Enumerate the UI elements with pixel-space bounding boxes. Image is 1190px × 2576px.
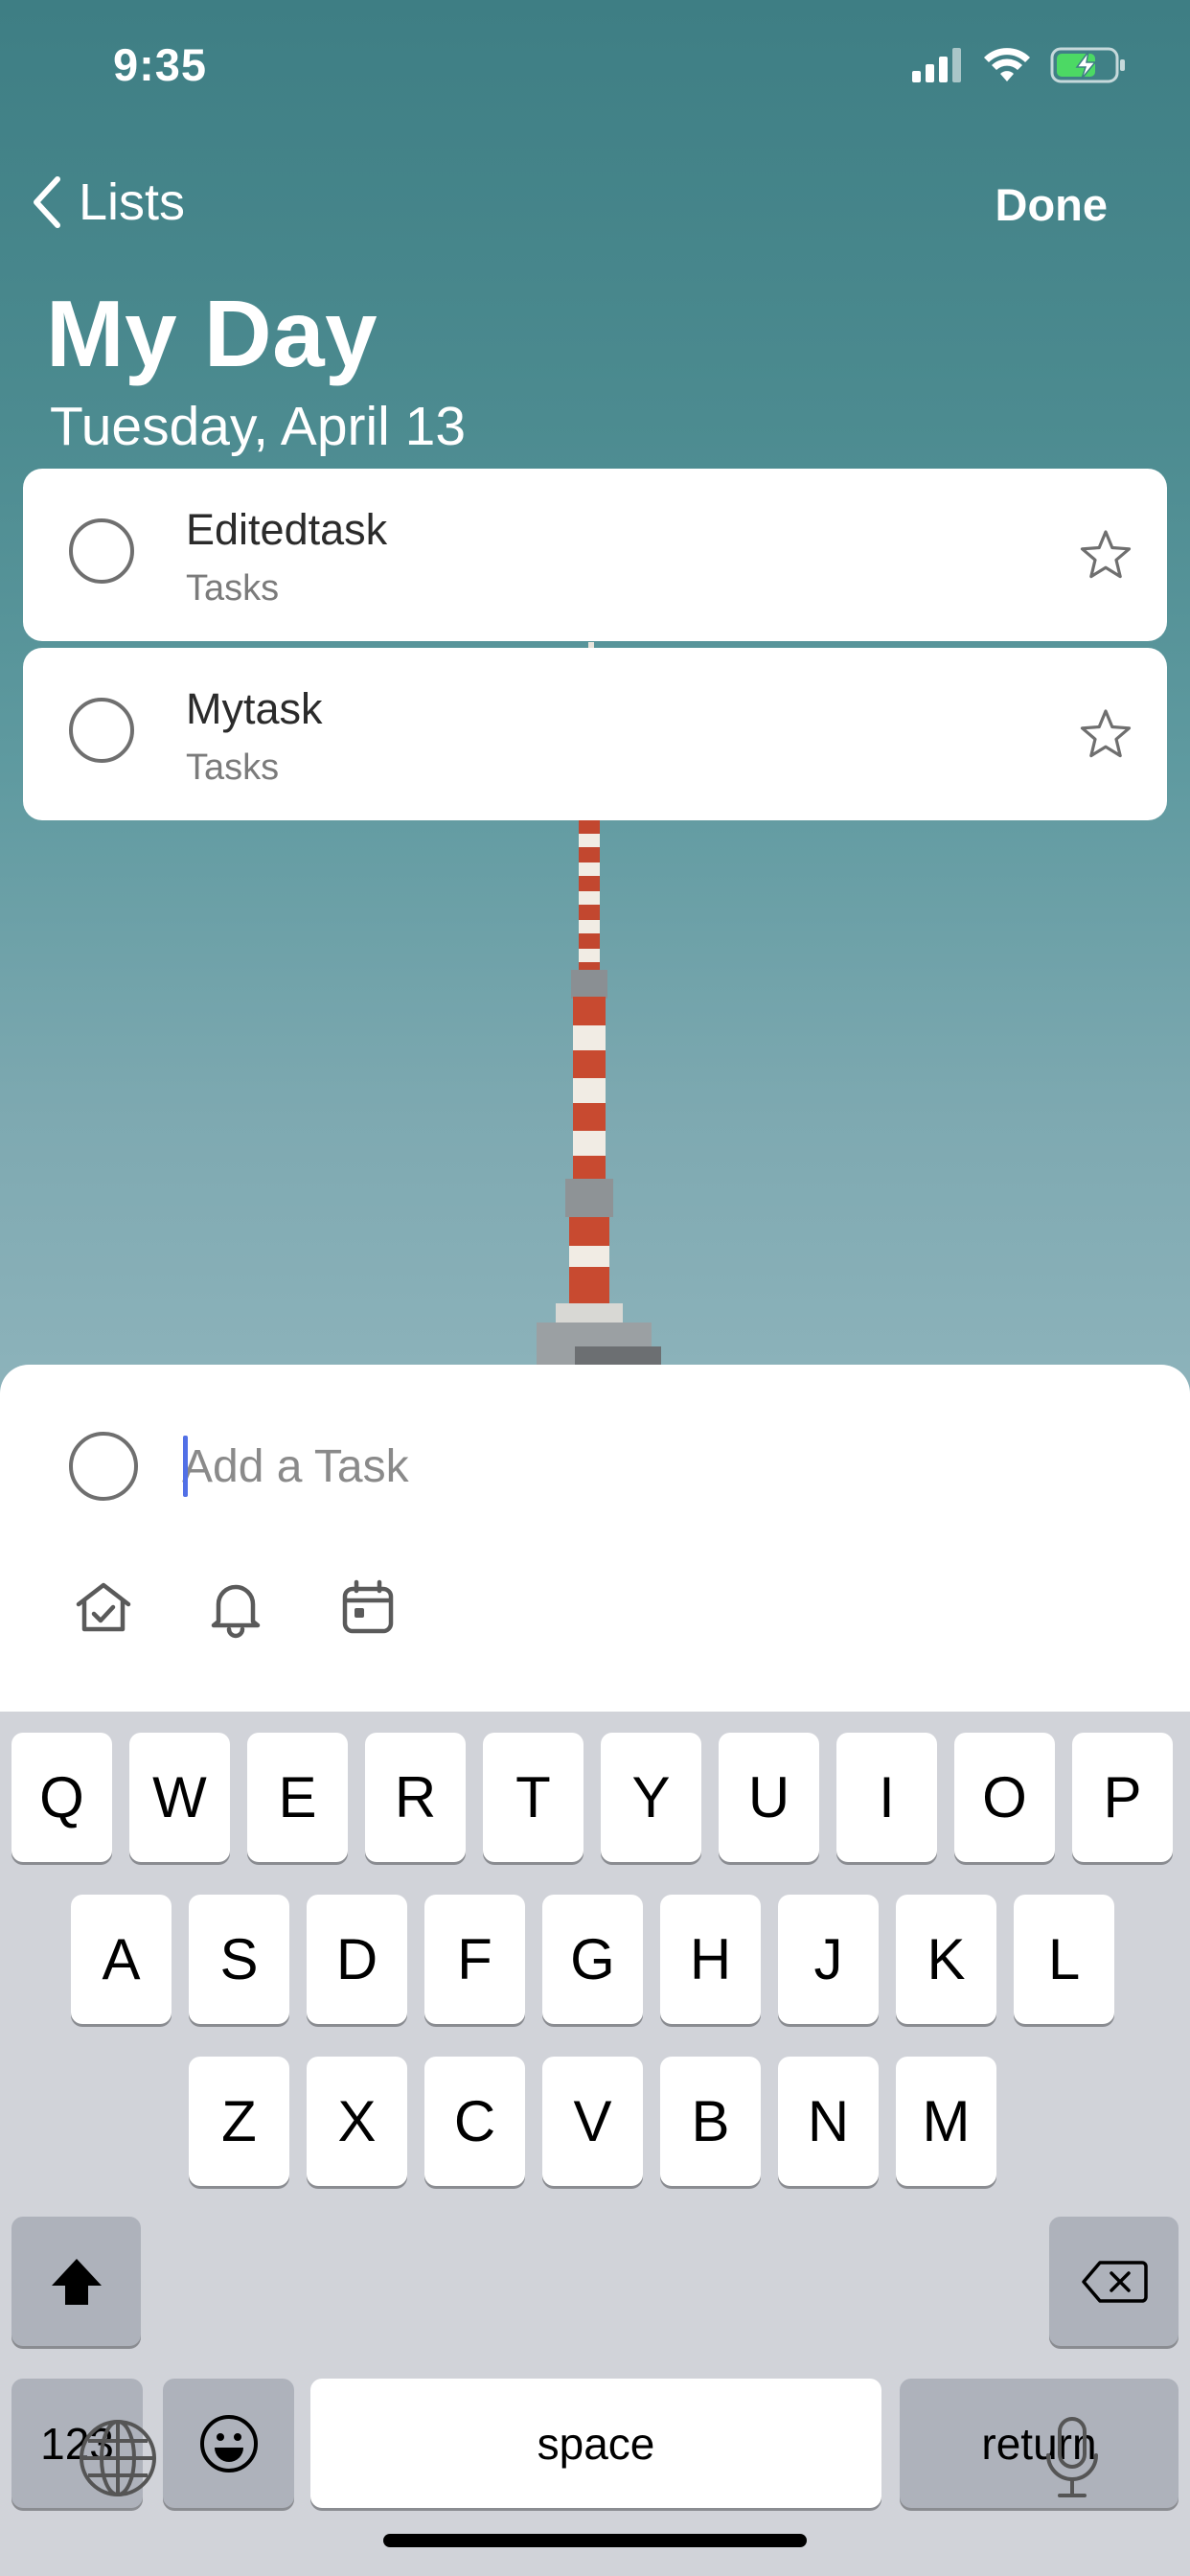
page-date: Tuesday, April 13 bbox=[50, 396, 467, 457]
back-label: Lists bbox=[79, 173, 186, 231]
complete-task-checkbox[interactable] bbox=[69, 518, 134, 584]
key-n[interactable]: N bbox=[778, 2057, 879, 2186]
battery-charging-icon bbox=[1050, 47, 1125, 83]
task-list-name: Tasks bbox=[186, 568, 280, 609]
key-v[interactable]: V bbox=[542, 2057, 643, 2186]
text-cursor bbox=[183, 1436, 188, 1497]
space-key[interactable]: space bbox=[310, 2379, 881, 2508]
task-title: Editedtask bbox=[186, 505, 388, 554]
key-r[interactable]: R bbox=[365, 1733, 466, 1862]
star-icon[interactable] bbox=[1079, 528, 1133, 582]
due-date-calendar-icon[interactable] bbox=[337, 1577, 399, 1639]
delete-key[interactable] bbox=[1049, 2217, 1179, 2346]
key-o[interactable]: O bbox=[954, 1733, 1055, 1862]
key-h[interactable]: H bbox=[660, 1895, 761, 2024]
key-p[interactable]: P bbox=[1072, 1733, 1173, 1862]
backspace-icon bbox=[1081, 2260, 1148, 2303]
wifi-icon bbox=[984, 48, 1030, 81]
key-x[interactable]: X bbox=[307, 2057, 407, 2186]
key-t[interactable]: T bbox=[483, 1733, 584, 1862]
key-w[interactable]: W bbox=[129, 1733, 230, 1862]
key-s[interactable]: S bbox=[189, 1895, 289, 2024]
key-b[interactable]: B bbox=[660, 2057, 761, 2186]
keyboard: QWERTYUIOP ASDFGHJKL ZXCVBNM 123 space r… bbox=[0, 1712, 1190, 2576]
key-c[interactable]: C bbox=[424, 2057, 525, 2186]
task-item[interactable]: Mytask Tasks bbox=[23, 648, 1167, 820]
task-list-name: Tasks bbox=[186, 748, 280, 788]
key-e[interactable]: E bbox=[247, 1733, 348, 1862]
task-item[interactable]: Editedtask Tasks bbox=[23, 469, 1167, 641]
add-task-input[interactable] bbox=[182, 1426, 1121, 1506]
globe-icon[interactable] bbox=[75, 2415, 161, 2501]
reminder-bell-icon[interactable] bbox=[205, 1577, 266, 1639]
emoji-key[interactable] bbox=[163, 2379, 294, 2508]
done-button[interactable]: Done bbox=[995, 178, 1109, 231]
key-m[interactable]: M bbox=[896, 2057, 996, 2186]
key-l[interactable]: L bbox=[1014, 1895, 1114, 2024]
key-k[interactable]: K bbox=[896, 1895, 996, 2024]
cellular-signal-icon bbox=[912, 48, 961, 82]
key-i[interactable]: I bbox=[836, 1733, 937, 1862]
shift-arrow-icon bbox=[51, 2258, 102, 2305]
page-title: My Day bbox=[46, 281, 378, 386]
emoji-icon bbox=[199, 2414, 258, 2472]
home-indicator bbox=[383, 2534, 807, 2547]
add-to-my-day-icon[interactable] bbox=[73, 1577, 134, 1639]
key-d[interactable]: D bbox=[307, 1895, 407, 2024]
add-task-circle bbox=[69, 1432, 138, 1501]
key-u[interactable]: U bbox=[719, 1733, 819, 1862]
microphone-icon[interactable] bbox=[1029, 2415, 1115, 2501]
shift-key[interactable] bbox=[11, 2217, 141, 2346]
key-q[interactable]: Q bbox=[11, 1733, 112, 1862]
key-g[interactable]: G bbox=[542, 1895, 643, 2024]
status-time: 9:35 bbox=[113, 39, 208, 90]
key-y[interactable]: Y bbox=[601, 1733, 701, 1862]
complete-task-checkbox[interactable] bbox=[69, 698, 134, 763]
add-task-sheet bbox=[0, 1365, 1190, 1712]
chevron-left-icon bbox=[34, 176, 60, 228]
key-j[interactable]: J bbox=[778, 1895, 879, 2024]
star-icon[interactable] bbox=[1079, 707, 1133, 761]
key-f[interactable]: F bbox=[424, 1895, 525, 2024]
task-title: Mytask bbox=[186, 684, 323, 733]
key-z[interactable]: Z bbox=[189, 2057, 289, 2186]
key-a[interactable]: A bbox=[71, 1895, 172, 2024]
status-icons bbox=[912, 44, 1127, 86]
back-to-lists-button[interactable]: Lists bbox=[29, 172, 185, 232]
